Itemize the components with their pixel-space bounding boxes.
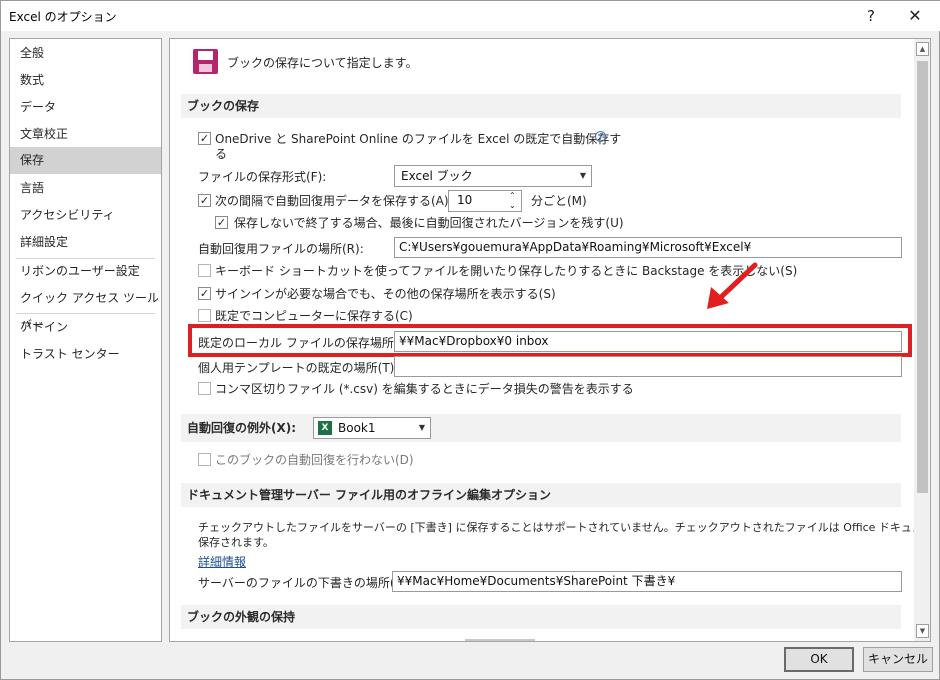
scroll-up-icon[interactable]: ▲	[916, 42, 929, 56]
autorecover-location-label: 自動回復用ファイルの場所(R):	[198, 242, 364, 256]
nav-item-quick-access-toolbar[interactable]: クイック アクセス ツール バー	[10, 285, 161, 332]
personal-templates-input[interactable]	[394, 356, 902, 377]
csv-warning-label: コンマ区切りファイル (*.csv) を編集するときにデータ損失の警告を表示する	[215, 382, 634, 396]
section-offline-editing: ドキュメント管理サーバー ファイル用のオフライン編集オプション	[181, 483, 901, 507]
section-save-books: ブックの保存	[181, 94, 901, 118]
drafts-location-input[interactable]: ¥¥Mac¥Home¥Documents¥SharePoint 下書き¥	[392, 571, 902, 592]
file-format-label: ファイルの保存形式(F):	[198, 170, 327, 184]
autorecover-location-input[interactable]: C:¥Users¥gouemura¥AppData¥Roaming¥Micros…	[394, 237, 902, 258]
highlight-box	[188, 324, 912, 357]
ok-button[interactable]: OK	[784, 647, 854, 672]
file-format-select[interactable]: Excel ブック ▼	[394, 165, 592, 187]
autosave-onedrive-label-cont: る	[215, 147, 228, 161]
more-info-link[interactable]: 詳細情報	[198, 553, 246, 570]
help-button[interactable]: ?	[857, 4, 885, 28]
drafts-location-label: サーバーのファイルの下書きの場所(V):	[198, 576, 412, 590]
csv-warning-checkbox[interactable]	[198, 382, 211, 395]
nav-item-trust-center[interactable]: トラスト センター	[10, 341, 161, 368]
title-bar: Excel のオプション ? ✕	[1, 1, 940, 31]
autorecover-interval-label: 次の間隔で自動回復用データを保存する(A):	[215, 194, 453, 208]
scroll-down-icon[interactable]: ▼	[916, 624, 929, 638]
personal-templates-label: 個人用テンプレートの既定の場所(T):	[198, 361, 399, 375]
nav-item-advanced[interactable]: 詳細設定	[10, 229, 161, 256]
page-header: ブックの保存について指定します。	[227, 56, 418, 70]
chevron-down-icon: ▼	[418, 423, 425, 432]
partial-content-edge	[465, 639, 535, 641]
autorecover-interval-checkbox[interactable]: ✓	[198, 194, 211, 207]
vertical-scrollbar[interactable]: ▲ ▼	[914, 39, 930, 641]
chevron-down-icon: ▼	[579, 171, 586, 180]
save-to-computer-checkbox[interactable]	[198, 309, 211, 322]
cancel-button[interactable]: キャンセル	[863, 647, 933, 672]
autorecover-interval-spinner[interactable]: 10 ⌃ ⌄	[448, 190, 522, 212]
save-floppy-icon	[193, 49, 218, 74]
offline-description: チェックアウトしたファイルをサーバーの [下書き] に保存することはサポートされ…	[198, 521, 930, 534]
nav-item-customize-ribbon[interactable]: リボンのユーザー設定	[10, 258, 161, 285]
keep-last-autosaved-label: 保存しないで終了する場合、最後に自動回復されたバージョンを残す(U)	[234, 216, 624, 230]
options-dialog: Excel のオプション ? ✕ 全般 数式 データ 文章校正 保存 言語 アク…	[0, 0, 940, 680]
save-to-computer-label: 既定でコンピューターに保存する(C)	[215, 309, 413, 323]
annotation-arrow-icon	[707, 262, 758, 309]
section-visual-appearance: ブックの外観の保持	[181, 605, 901, 629]
scroll-thumb[interactable]	[917, 61, 928, 493]
exception-workbook-value: Book1	[338, 421, 376, 435]
nav-item-accessibility[interactable]: アクセシビリティ	[10, 202, 161, 229]
keep-last-autosaved-checkbox[interactable]: ✓	[215, 216, 228, 229]
offline-description-cont: 保存されます。	[198, 536, 274, 549]
autorecover-interval-unit: 分ごと(M)	[531, 194, 587, 208]
autosave-onedrive-label: OneDrive と SharePoint Online のファイルを Exce…	[215, 132, 622, 146]
show-additional-places-checkbox[interactable]: ✓	[198, 287, 211, 300]
nav-item-general[interactable]: 全般	[10, 40, 161, 67]
excel-file-icon: X	[318, 421, 332, 435]
autorecover-interval-value: 10	[457, 193, 473, 207]
file-format-value: Excel ブック	[401, 169, 473, 183]
nav-item-addins[interactable]: アドイン	[10, 314, 161, 341]
window-title: Excel のオプション	[9, 10, 117, 24]
nav-item-language[interactable]: 言語	[10, 175, 161, 202]
category-nav: 全般 数式 データ 文章校正 保存 言語 アクセシビリティ 詳細設定 リボンのユ…	[9, 38, 162, 642]
nav-item-formulas[interactable]: 数式	[10, 67, 161, 94]
autorecover-exceptions-label: 自動回復の例外(X):	[187, 421, 297, 435]
show-additional-places-label: サインインが必要な場合でも、その他の保存場所を表示する(S)	[215, 287, 556, 301]
nav-item-proofing[interactable]: 文章校正	[10, 121, 161, 148]
info-icon[interactable]: i	[595, 131, 606, 142]
section-autorecover-exceptions: 自動回復の例外(X):	[181, 414, 901, 442]
no-backstage-checkbox[interactable]	[198, 264, 211, 277]
exception-workbook-select[interactable]: X Book1 ▼	[313, 417, 431, 439]
nav-item-data[interactable]: データ	[10, 94, 161, 121]
close-button[interactable]: ✕	[901, 4, 929, 28]
autosave-onedrive-checkbox[interactable]: ✓	[198, 132, 211, 145]
nav-item-save[interactable]: 保存	[10, 147, 161, 174]
disable-autorecover-checkbox[interactable]	[198, 453, 211, 466]
settings-panel[interactable]: ブックの保存について指定します。 ブックの保存 ✓ OneDrive と Sha…	[169, 38, 931, 642]
spinner-arrows-icon[interactable]: ⌃ ⌄	[509, 191, 516, 211]
disable-autorecover-label: このブックの自動回復を行わない(D)	[215, 453, 414, 467]
